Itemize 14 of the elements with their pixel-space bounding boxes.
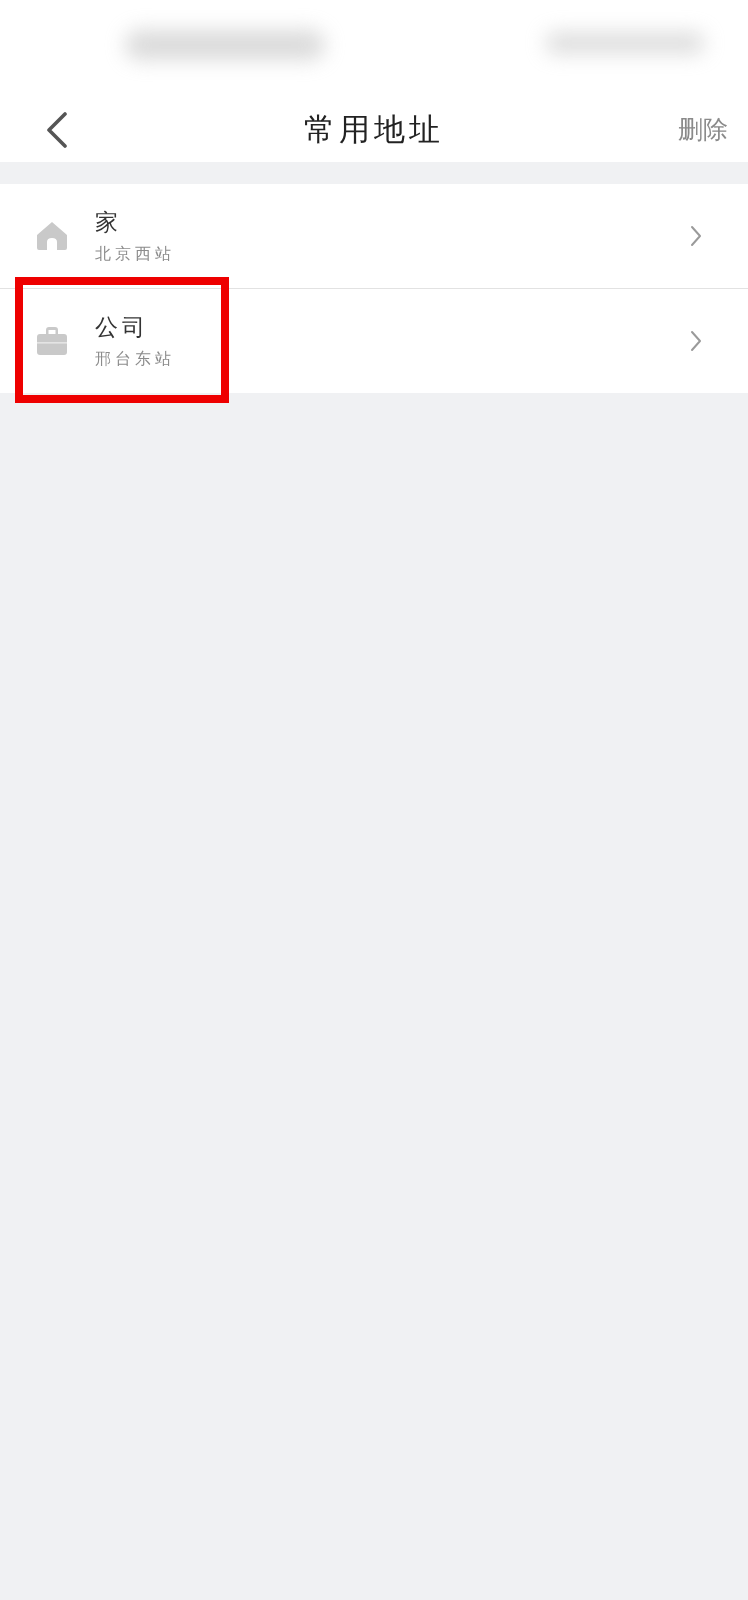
address-label: 家	[95, 208, 122, 237]
address-item[interactable]: 家 北京西站	[0, 184, 748, 288]
address-label: 公司	[95, 313, 149, 342]
address-detail: 北京西站	[95, 244, 175, 265]
briefcase-icon	[36, 326, 68, 356]
delete-button[interactable]: 删除	[676, 109, 730, 150]
address-detail: 邢台东站	[95, 349, 175, 370]
chevron-right-icon	[690, 225, 702, 247]
address-item[interactable]: 公司 邢台东站	[0, 288, 748, 393]
chevron-left-icon	[46, 111, 68, 148]
back-button[interactable]	[44, 109, 70, 150]
chevron-right-icon	[690, 330, 702, 352]
page-title: 常用地址	[304, 109, 444, 149]
house-icon	[36, 221, 68, 251]
